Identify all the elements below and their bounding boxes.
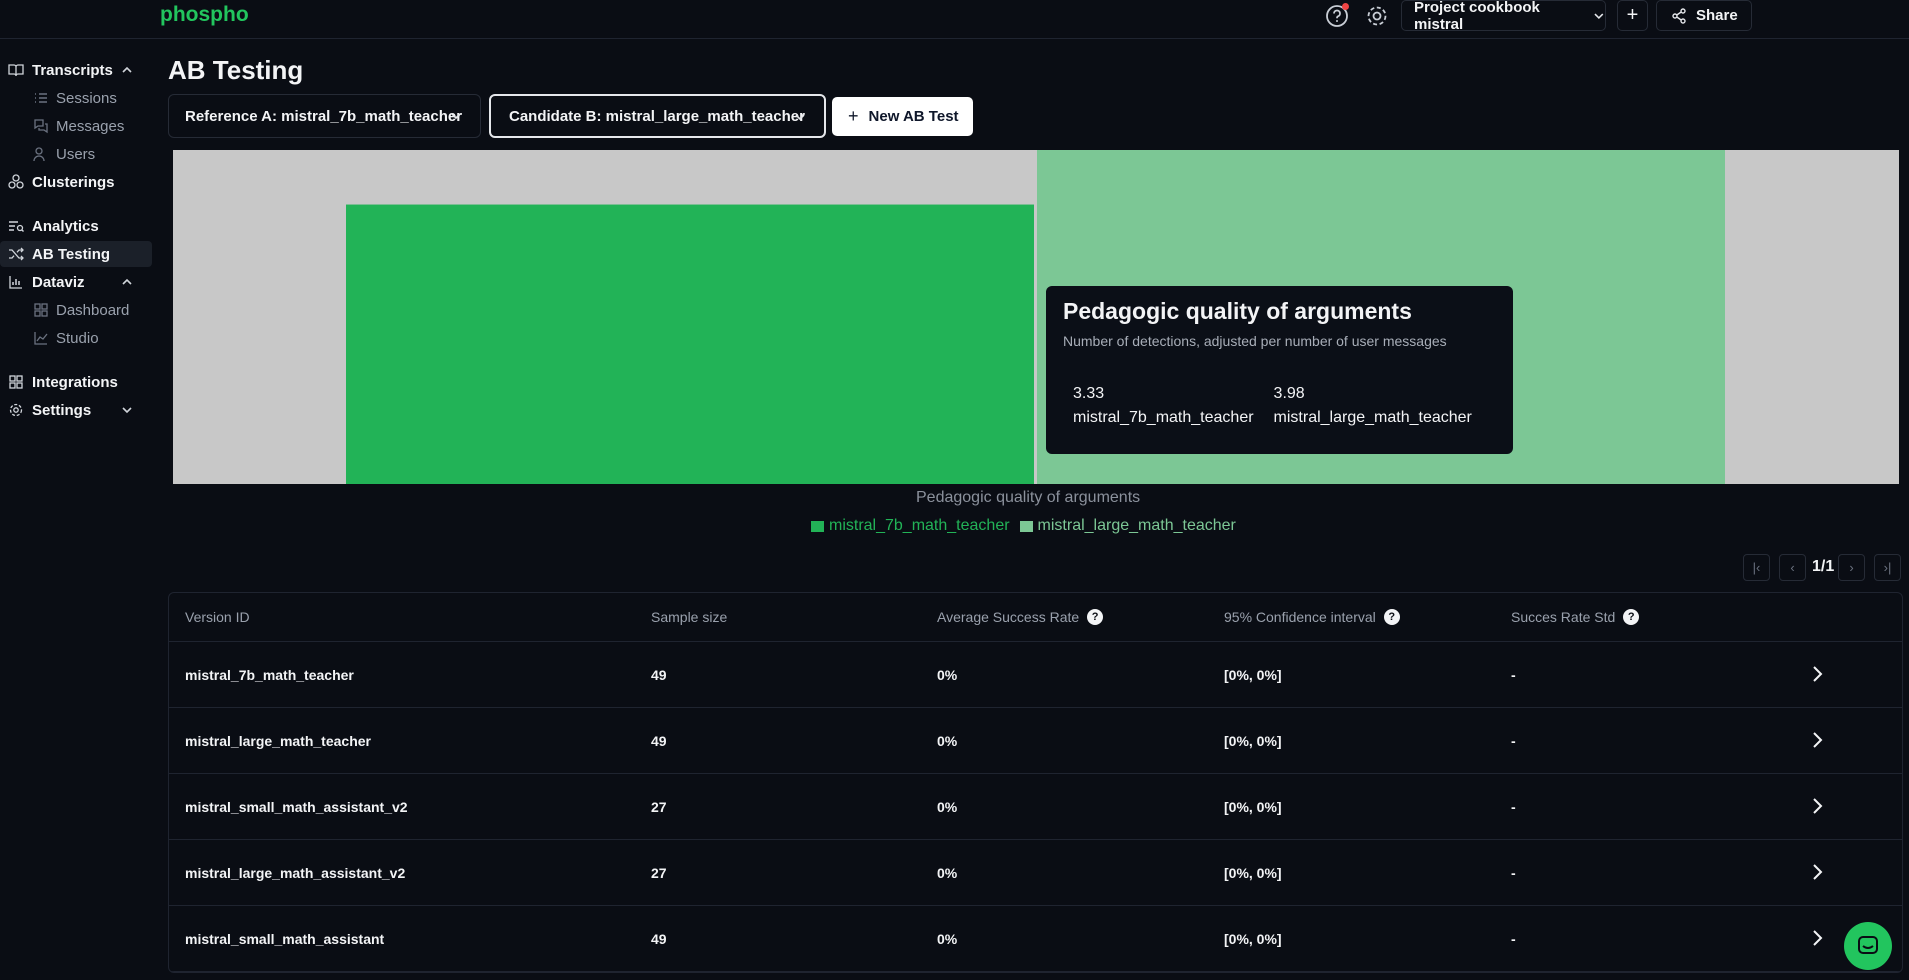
- chart-tooltip: Pedagogic quality of arguments Number of…: [1046, 286, 1513, 454]
- column-header[interactable]: Version ID: [185, 609, 250, 625]
- table-row[interactable]: mistral_7b_math_teacher 49 0% [0%, 0%] -: [169, 642, 1902, 708]
- chevron-right-icon[interactable]: [1807, 928, 1827, 948]
- tooltip-value: 3.33: [1073, 385, 1105, 402]
- help-icon[interactable]: ?: [1383, 609, 1400, 625]
- chevron-right-icon[interactable]: [1807, 796, 1827, 816]
- table-cell: 49: [651, 732, 667, 749]
- table-cell: -: [1511, 930, 1516, 947]
- table-cell: [0%, 0%]: [1224, 798, 1282, 815]
- page-indicator: 1/1: [1812, 558, 1835, 575]
- first-page-button[interactable]: |‹: [1743, 554, 1770, 581]
- legend-item[interactable]: mistral_large_math_teacher: [1019, 517, 1236, 535]
- help-icon[interactable]: ?: [1087, 609, 1104, 625]
- table-cell: 0%: [937, 930, 958, 947]
- column-header-label: Average Success Rate: [937, 609, 1080, 625]
- legend-item[interactable]: mistral_7b_math_teacher: [811, 517, 1010, 535]
- table-cell: -: [1511, 798, 1516, 815]
- table-cell: -: [1511, 864, 1516, 881]
- next-page-button[interactable]: ›: [1838, 554, 1865, 581]
- table-cell: mistral_7b_math_teacher: [185, 666, 354, 683]
- table-cell: 27: [651, 798, 667, 815]
- table-cell: mistral_large_math_assistant_v2: [185, 864, 406, 881]
- chat-launcher-button[interactable]: [1844, 922, 1892, 970]
- chart-legend: mistral_7b_math_teacher mistral_large_ma…: [811, 517, 1236, 535]
- table-cell: 27: [651, 864, 667, 881]
- column-header-label: Succes Rate Std: [1511, 609, 1616, 625]
- table-cell: 0%: [937, 798, 958, 815]
- table-cell: 49: [651, 930, 667, 947]
- table-cell: [0%, 0%]: [1224, 732, 1282, 749]
- tooltip-series-a: 3.33 mistral_7b_math_teacher: [1073, 382, 1254, 430]
- tooltip-value: 3.98: [1273, 385, 1305, 402]
- legend-label: mistral_large_math_teacher: [1037, 517, 1236, 534]
- table-cell: 49: [651, 666, 667, 683]
- chevron-right-icon[interactable]: [1807, 862, 1827, 882]
- chevron-right-icon[interactable]: [1807, 730, 1827, 750]
- bar-mistral-7b-math-teacher[interactable]: [346, 204, 1034, 485]
- table-row[interactable]: mistral_large_math_assistant_v2 27 0% [0%, …: [169, 840, 1902, 906]
- chevron-right-icon[interactable]: [1807, 664, 1827, 684]
- table-row[interactable]: mistral_small_math_assistant_v2 27 0% [0%, …: [169, 774, 1902, 840]
- table-cell: -: [1511, 732, 1516, 749]
- table-cell: [0%, 0%]: [1224, 864, 1282, 881]
- legend-label: mistral_7b_math_teacher: [829, 517, 1010, 534]
- table-row[interactable]: mistral_large_math_teacher 49 0% [0%, 0%] -: [169, 708, 1902, 774]
- table-cell: [0%, 0%]: [1224, 666, 1282, 683]
- table-cell: mistral_small_math_assistant_v2: [185, 798, 408, 815]
- column-header-label: 95% Confidence interval: [1224, 609, 1376, 625]
- table-row[interactable]: mistral_small_math_assistant 49 0% [0%, 0%]…: [169, 906, 1902, 972]
- x-axis-label: Pedagogic quality of arguments: [916, 489, 1141, 506]
- table-cell: -: [1511, 666, 1516, 683]
- table-cell: mistral_small_math_assistant: [185, 930, 385, 947]
- column-header-success-rate[interactable]: Average Success Rate?: [937, 609, 1104, 625]
- table-cell: 0%: [937, 864, 958, 881]
- table-cell: 0%: [937, 666, 958, 683]
- tooltip-name: mistral_large_math_teacher: [1273, 409, 1472, 426]
- tooltip-title: Pedagogic quality of arguments: [1063, 298, 1412, 324]
- table-cell: [0%, 0%]: [1224, 930, 1282, 947]
- table-header-row: Version ID Sample size Average Success R…: [169, 593, 1902, 642]
- tooltip-subtitle: Number of detections, adjusted per numbe…: [1063, 333, 1447, 349]
- table-cell: 0%: [937, 732, 958, 749]
- help-icon[interactable]: ?: [1623, 609, 1640, 625]
- column-header-confidence[interactable]: 95% Confidence interval?: [1224, 609, 1400, 625]
- column-header[interactable]: Sample size: [651, 609, 727, 625]
- legend-swatch: [811, 520, 824, 532]
- tooltip-series-b: 3.98 mistral_large_math_teacher: [1274, 382, 1472, 430]
- chat-icon: [1858, 936, 1878, 954]
- prev-page-button[interactable]: ‹: [1779, 554, 1806, 581]
- tooltip-name: mistral_7b_math_teacher: [1073, 409, 1254, 426]
- table-cell: mistral_large_math_teacher: [185, 732, 371, 749]
- legend-swatch: [1019, 520, 1033, 532]
- versions-table: Version ID Sample size Average Success R…: [168, 592, 1903, 973]
- last-page-button[interactable]: ›|: [1874, 554, 1901, 581]
- column-header-std[interactable]: Succes Rate Std?: [1511, 609, 1640, 625]
